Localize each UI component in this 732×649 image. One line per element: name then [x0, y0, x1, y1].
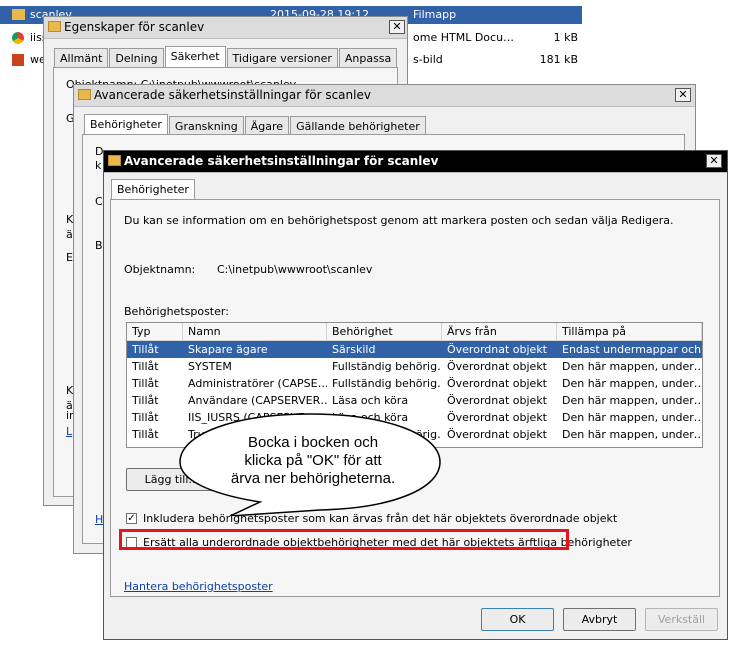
cell-inherited-from: Överordnat objekt [447, 343, 547, 356]
close-button[interactable]: ✕ [706, 154, 722, 168]
tab-general[interactable]: Allmänt [54, 48, 109, 68]
advanced-back-title: Avancerade säkerhetsinställningar för sc… [94, 88, 371, 102]
object-name-label: Objektnamn: [124, 263, 196, 276]
fragment-text: C [95, 195, 103, 208]
advanced-front-title-bar: Avancerade säkerhetsinställningar för sc… [104, 151, 727, 173]
fragment-text: ä [66, 228, 73, 241]
folder-icon [12, 9, 25, 20]
cell-type: Tillåt [132, 377, 159, 390]
object-path: C:\inetpub\wwwroot\scanlev [217, 263, 373, 276]
fragment-text: E [66, 251, 73, 264]
properties-title-bar: Egenskaper för scanlev [44, 17, 407, 39]
apply-button[interactable]: Verkställ [645, 608, 718, 631]
column-header-inherited-from[interactable]: Ärvs från [442, 323, 557, 340]
cell-permission: Fullständig behörig… [332, 360, 442, 373]
folder-icon [78, 89, 91, 100]
tab-sharing[interactable]: Delning [109, 48, 164, 68]
cell-inherited-from: Överordnat objekt [447, 394, 547, 407]
tab-security[interactable]: Säkerhet [164, 46, 226, 68]
cell-type: Tillåt [132, 343, 159, 356]
tab-permissions[interactable]: Behörigheter [111, 179, 195, 201]
cell-applies-to: Den här mappen, under… [562, 411, 702, 424]
folder-icon [48, 21, 61, 32]
advanced-front-title: Avancerade säkerhetsinställningar för sc… [124, 154, 439, 168]
cell-inherited-from: Överordnat objekt [447, 360, 547, 373]
cell-applies-to: Den här mappen, under… [562, 428, 702, 441]
highlight-box [119, 529, 569, 550]
ok-button[interactable]: OK [481, 608, 554, 631]
table-row[interactable]: Tillåt Användare (CAPSERVER… Läsa och kö… [127, 392, 702, 409]
cell-applies-to: Endast undermappar och… [562, 343, 702, 356]
table-row[interactable]: Tillåt Administratörer (CAPSE… Fullständ… [127, 375, 702, 392]
file-size: 181 kB [539, 53, 578, 66]
column-header-type[interactable]: Typ [127, 323, 183, 340]
manage-permission-entries-link[interactable]: Hantera behörighetsposter [124, 580, 273, 593]
fragment-link[interactable]: L [66, 425, 72, 438]
close-icon[interactable]: ✕ [675, 88, 691, 102]
cell-applies-to: Den här mappen, under… [562, 394, 702, 407]
cell-permission: Fullständig behörig… [332, 377, 442, 390]
cell-applies-to: Den här mappen, under… [562, 377, 702, 390]
permission-entries-label: Behörighetsposter: [124, 305, 229, 318]
column-header-name[interactable]: Namn [183, 323, 327, 340]
close-icon[interactable]: ✕ [389, 20, 405, 34]
cell-type: Tillåt [132, 360, 159, 373]
fragment-text: k [95, 159, 102, 172]
callout-text: Bocka i bocken och klicka på "OK" för at… [230, 434, 396, 487]
column-header-applies-to[interactable]: Tillämpa på [557, 323, 702, 340]
file-type: Filmapp [413, 8, 457, 21]
description-text: Du kan se information om en behörighetsp… [124, 214, 674, 227]
cell-inherited-from: Överordnat objekt [447, 428, 547, 441]
cell-name: Administratörer (CAPSE… [188, 377, 327, 390]
tab-customize[interactable]: Anpassa [338, 48, 398, 68]
cell-name: SYSTEM [188, 360, 232, 373]
tab-previous-versions[interactable]: Tidigare versioner [226, 48, 338, 68]
cell-name: Användare (CAPSERVER… [188, 394, 327, 407]
image-file-icon [12, 54, 24, 66]
cell-inherited-from: Överordnat objekt [447, 411, 547, 424]
cancel-button[interactable]: Avbryt [563, 608, 636, 631]
tab-owner[interactable]: Ägare [244, 116, 290, 136]
tab-effective-permissions[interactable]: Gällande behörigheter [290, 116, 426, 136]
table-row[interactable]: Tillåt Skapare ägare Särskild Överordnat… [127, 341, 702, 358]
cell-applies-to: Den här mappen, under… [562, 360, 702, 373]
inherit-checkbox[interactable]: ✓ [126, 513, 137, 524]
advanced-security-window: Avancerade säkerhetsinställningar för sc… [103, 150, 728, 640]
table-row[interactable]: Tillåt SYSTEM Fullständig behörig… Övero… [127, 358, 702, 375]
column-header-permission[interactable]: Behörighet [327, 323, 442, 340]
file-size: 1 kB [553, 31, 578, 44]
cell-permission: Läsa och köra [332, 394, 409, 407]
file-type: ome HTML Docu… [413, 31, 515, 44]
cell-name: Skapare ägare [188, 343, 268, 356]
cell-permission: Särskild [332, 343, 376, 356]
checkmark-icon: ✓ [127, 513, 136, 524]
advanced-back-title-bar: Avancerade säkerhetsinställningar för sc… [74, 85, 695, 107]
chrome-icon [12, 32, 24, 44]
folder-icon [108, 155, 121, 166]
list-header: Typ Namn Behörighet Ärvs från Tillämpa p… [127, 323, 702, 341]
cell-inherited-from: Överordnat objekt [447, 377, 547, 390]
file-type: s-bild [413, 53, 443, 66]
tab-auditing[interactable]: Granskning [168, 116, 244, 136]
properties-title: Egenskaper för scanlev [64, 20, 205, 34]
tab-permissions[interactable]: Behörigheter [84, 114, 168, 136]
fragment-text: B [95, 239, 103, 252]
cell-type: Tillåt [132, 394, 159, 407]
